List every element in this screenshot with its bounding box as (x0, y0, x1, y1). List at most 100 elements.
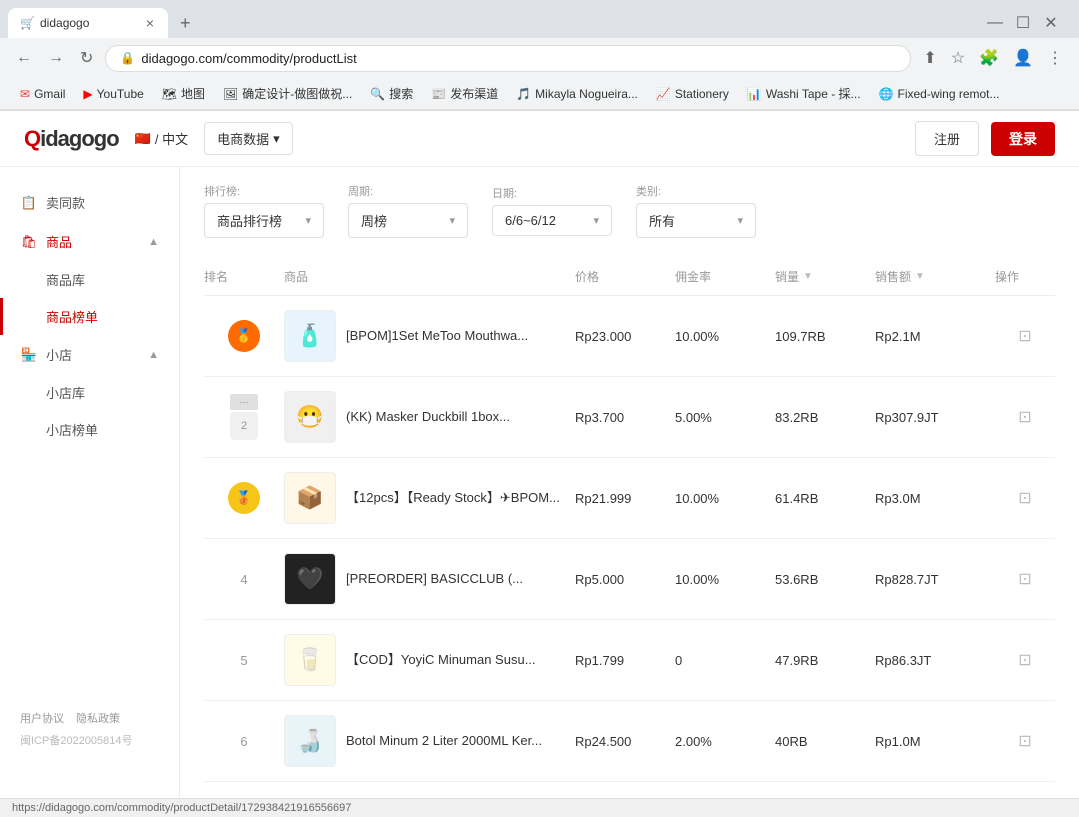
rank-cell-5: 5 (204, 653, 284, 668)
action-icon-5[interactable]: ⊡ (1018, 650, 1031, 670)
revenue-sort-icon: ▼ (915, 271, 925, 282)
table-row: 🥇 🧴 [BPOM]1Set MeToo Mouthwa... Rp23.000… (204, 296, 1055, 377)
product-cell-2[interactable]: 😷 (KK) Masker Duckbill 1box... (284, 391, 575, 443)
tab-favicon: 🛒 (20, 16, 34, 30)
bookmarks-bar: ✉ Gmail ▶ YouTube 🗺 地图 🖼 确定设计-做图做祝... 🔍 … (0, 78, 1079, 110)
date-filter-select[interactable]: 6/6~6/12 ▾ (492, 205, 612, 236)
products-table: 排名 商品 价格 佣金率 销量 ▼ (204, 258, 1055, 782)
sidebar-item-store[interactable]: 🏪 小店 ▲ (0, 335, 179, 374)
rank-cell-1: 🥇 (204, 320, 284, 352)
language-selector[interactable]: 🇨🇳 / 中文 (135, 129, 188, 148)
action-cell-2[interactable]: ⊡ (995, 407, 1055, 427)
new-tab-button[interactable]: + (172, 9, 199, 38)
action-cell-3[interactable]: ⊡ (995, 488, 1055, 508)
user-agreement-link[interactable]: 用户协议 (20, 710, 64, 726)
bookmark-gmail[interactable]: ✉ Gmail (12, 84, 73, 104)
th-price: 价格 (575, 268, 675, 285)
sidebar-item-store-ranking[interactable]: 小店榜单 (0, 411, 179, 448)
product-cell-1[interactable]: 🧴 [BPOM]1Set MeToo Mouthwa... (284, 310, 575, 362)
action-icon-1[interactable]: ⊡ (1018, 326, 1031, 346)
bookmark-washi[interactable]: 📊 Washi Tape - 採... (739, 82, 869, 105)
bookmark-stationery[interactable]: 📈 Stationery (648, 84, 737, 104)
profile-icon[interactable]: 👤 (1009, 44, 1037, 72)
product-cell-6[interactable]: 🍶 Botol Minum 2 Liter 2000ML Ker... (284, 715, 575, 767)
product-img-3: 📦 (284, 472, 336, 524)
revenue-cell-6: Rp1.0M (875, 734, 995, 749)
ecommerce-data-menu[interactable]: 电商数据 ▾ (204, 122, 293, 155)
rank-badge-3: 🥉 (228, 482, 260, 514)
action-icon-3[interactable]: ⊡ (1018, 488, 1031, 508)
sidebar-item-contracts[interactable]: 📋 卖同款 (0, 183, 179, 222)
action-cell-1[interactable]: ⊡ (995, 326, 1055, 346)
back-button[interactable]: ← (12, 45, 36, 71)
rank-num-6: 6 (240, 734, 247, 749)
product-name-5: 【COD】YoyiC Minuman Susu... (346, 651, 536, 669)
store-ranking-label: 小店榜单 (46, 420, 98, 439)
share-icon[interactable]: ⬆ (919, 44, 940, 72)
youtube-icon: ▶ (83, 87, 92, 101)
product-name-1: [BPOM]1Set MeToo Mouthwa... (346, 327, 528, 345)
action-cell-6[interactable]: ⊡ (995, 731, 1055, 751)
product-cell-5[interactable]: 🥛 【COD】YoyiC Minuman Susu... (284, 634, 575, 686)
action-icon-6[interactable]: ⊡ (1018, 731, 1031, 751)
url-bar[interactable]: 🔒 didagogo.com/commodity/productList (105, 45, 911, 72)
maximize-button[interactable]: ☐ (1011, 11, 1035, 35)
product-cell-3[interactable]: 📦 【12pcs】【Ready Stock】✈BPOM... (284, 472, 575, 524)
period-filter-select[interactable]: 周榜 ▾ (348, 203, 468, 238)
sidebar-item-product-ranking[interactable]: 商品榜单 (0, 298, 179, 335)
sidebar-item-products[interactable]: 🛍 商品 ▲ (0, 222, 179, 261)
action-cell-5[interactable]: ⊡ (995, 650, 1055, 670)
login-button[interactable]: 登录 (991, 122, 1055, 156)
product-cell-4[interactable]: 🖤 [PREORDER] BASICCLUB (... (284, 553, 575, 605)
close-window-button[interactable]: ✕ (1039, 11, 1063, 35)
ranking-filter-select[interactable]: 商品排行榜 ▾ (204, 203, 324, 238)
search-bm-icon: 🔍 (370, 87, 385, 101)
ranking-filter-arrow-icon: ▾ (305, 214, 311, 227)
bookmark-mikayla-label: Mikayla Nogueira... (535, 87, 638, 101)
bookmark-mikayla[interactable]: 🎵 Mikayla Nogueira... (508, 84, 646, 104)
forward-button[interactable]: → (44, 45, 68, 71)
active-tab[interactable]: 🛒 didagogo × (8, 8, 168, 38)
date-filter-arrow-icon: ▾ (593, 214, 599, 227)
th-sales[interactable]: 销量 ▼ (775, 268, 875, 285)
bookmark-img-design[interactable]: 🖼 确定设计-做图做祝... (215, 82, 360, 105)
star-icon[interactable]: ☆ (947, 44, 969, 72)
bookmark-maps[interactable]: 🗺 地图 (154, 82, 213, 105)
site-logo[interactable]: Qidagogo (24, 126, 119, 152)
filters-row: 排行榜: 商品排行榜 ▾ 周期: 周榜 ▾ 日期: 6/6 (204, 183, 1055, 238)
sidebar-footer: 用户协议 隐私政策 闽ICP备2022005814号 (0, 700, 179, 758)
menu-icon[interactable]: ⋮ (1043, 44, 1067, 72)
extension-icon[interactable]: 🧩 (975, 44, 1003, 72)
privacy-policy-link[interactable]: 隐私政策 (76, 710, 120, 726)
fixed-wing-icon: 🌐 (879, 87, 894, 101)
category-filter-select[interactable]: 所有 ▾ (636, 203, 756, 238)
price-cell-2: Rp3.700 (575, 410, 675, 425)
bookmark-search[interactable]: 🔍 搜索 (362, 82, 421, 105)
window-controls: — ☐ ✕ (983, 11, 1071, 35)
rate-cell-4: 10.00% (675, 572, 775, 587)
url-text: didagogo.com/commodity/productList (141, 51, 896, 66)
action-icon-2[interactable]: ⊡ (1018, 407, 1031, 427)
page: Qidagogo 🇨🇳 / 中文 电商数据 ▾ 注册 登录 📋 卖同款 (0, 111, 1079, 798)
action-icon-4[interactable]: ⊡ (1018, 569, 1031, 589)
img-design-icon: 🖼 (223, 87, 238, 101)
refresh-button[interactable]: ↻ (76, 44, 97, 72)
product-img-6: 🍶 (284, 715, 336, 767)
bookmark-fixed-wing[interactable]: 🌐 Fixed-wing remot... (871, 84, 1008, 104)
revenue-cell-2: Rp307.9JT (875, 410, 995, 425)
register-button[interactable]: 注册 (915, 121, 979, 156)
sidebar-item-store-warehouse[interactable]: 小店库 (0, 374, 179, 411)
action-cell-4[interactable]: ⊡ (995, 569, 1055, 589)
rank-num-2: 2 (230, 412, 258, 440)
bookmark-washi-label: Washi Tape - 採... (766, 85, 861, 102)
store-icon: 🏪 (20, 346, 38, 364)
tab-close-button[interactable]: × (144, 15, 156, 31)
minimize-button[interactable]: — (983, 11, 1007, 35)
tab-title: didagogo (40, 16, 138, 30)
sidebar-item-product-warehouse[interactable]: 商品库 (0, 261, 179, 298)
bookmark-publish[interactable]: 📰 发布渠道 (423, 82, 506, 105)
address-bar: ← → ↻ 🔒 didagogo.com/commodity/productLi… (0, 38, 1079, 78)
th-revenue[interactable]: 销售额 ▼ (875, 268, 995, 285)
bookmark-youtube[interactable]: ▶ YouTube (75, 84, 151, 104)
revenue-cell-3: Rp3.0M (875, 491, 995, 506)
